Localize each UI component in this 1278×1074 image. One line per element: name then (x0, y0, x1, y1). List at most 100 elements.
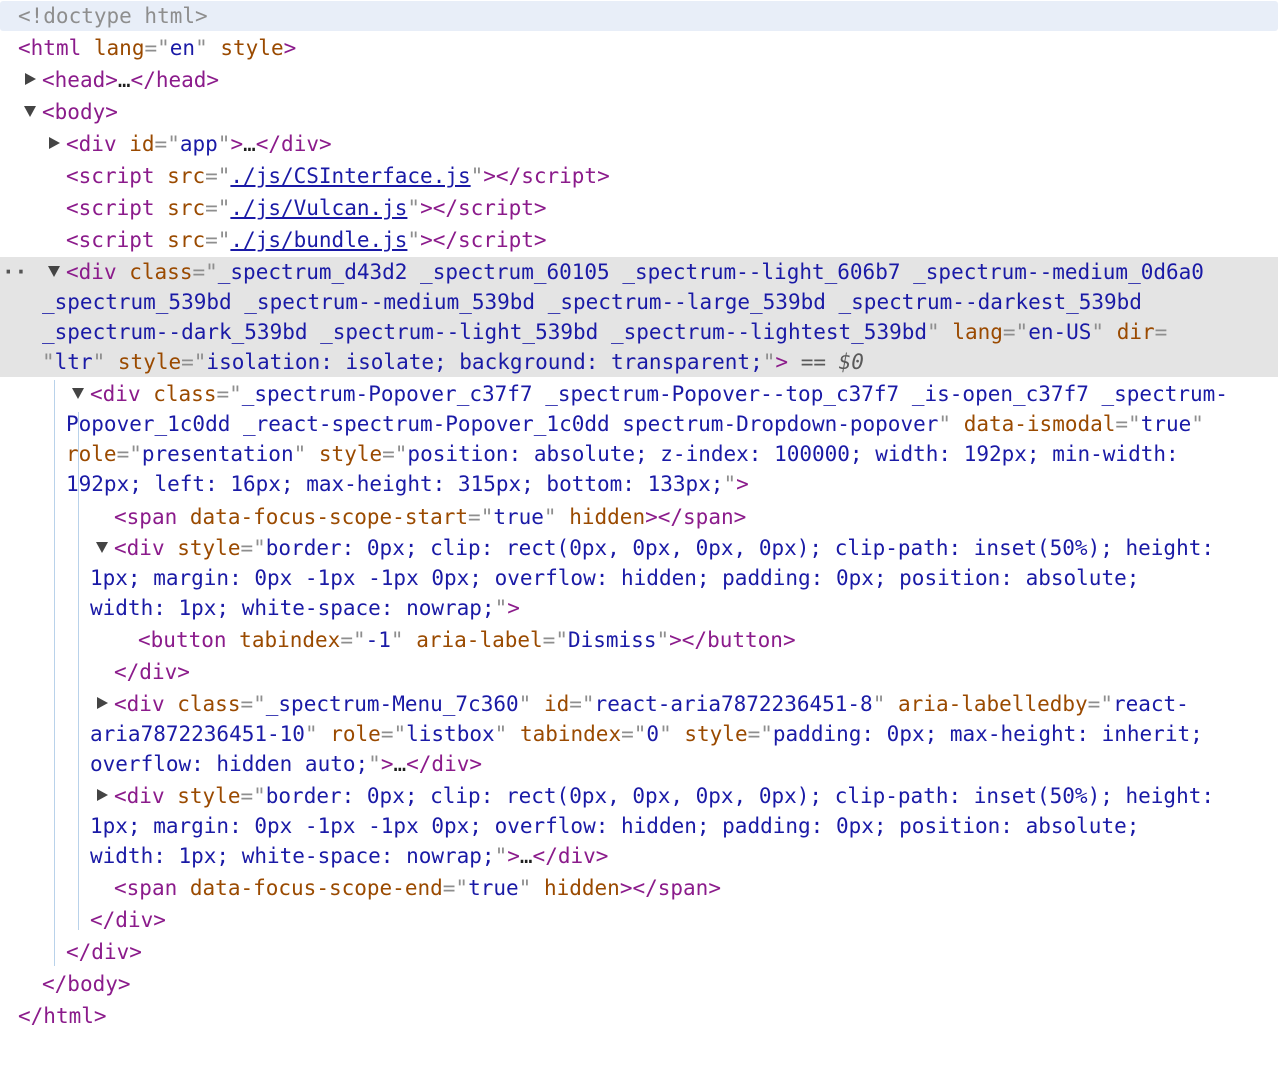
attr-value: app (179, 132, 218, 156)
expand-triangle-icon[interactable] (90, 689, 114, 719)
attr-value: Dismiss (567, 628, 657, 652)
collapse-triangle-icon[interactable] (66, 379, 90, 409)
attr-name: dir (1116, 320, 1155, 344)
ellipsis[interactable]: … (243, 132, 256, 156)
tag-name: div (91, 940, 130, 964)
collapse-triangle-icon[interactable] (42, 257, 66, 287)
attr-name: style (684, 722, 748, 746)
attr-name: role (66, 442, 117, 466)
script-src-link[interactable]: ./js/Vulcan.js (230, 196, 407, 220)
close-body-row[interactable]: </body> (0, 968, 1278, 1000)
ellipsis[interactable]: … (393, 752, 406, 776)
attr-name: hidden (569, 505, 646, 529)
attr-value: react-aria7872236451-8 (594, 692, 873, 716)
tag-name: script (458, 196, 534, 220)
script-src-link[interactable]: ./js/CSInterface.js (230, 164, 470, 188)
attr-name: src (167, 196, 206, 220)
attr-value: 1px; margin: 0px -1px -1px 0px; overflow… (90, 814, 1140, 838)
attr-name: data-focus-scope-end (189, 876, 443, 900)
attr-name: style (220, 36, 284, 60)
attr-name: style (177, 784, 241, 808)
close-tag-row[interactable]: </div> (0, 656, 1278, 688)
attr-value: _spectrum_539bd _spectrum--medium_539bd … (42, 290, 1142, 314)
attr-name: tabindex (239, 628, 341, 652)
tag-name: span (657, 876, 709, 900)
doctype-row[interactable]: <!doctype html> (0, 0, 1278, 32)
close-tag-row[interactable]: </div> (0, 936, 1278, 968)
attr-value: border: 0px; clip: rect(0px, 0px, 0px, 0… (265, 784, 1214, 808)
ellipsis[interactable]: … (118, 68, 131, 92)
tag-name: div (126, 692, 165, 716)
tag-name: button (707, 628, 783, 652)
attr-name: role (330, 722, 381, 746)
script-row[interactable]: <script src="./js/bundle.js"></script> (0, 224, 1278, 256)
hidden-div-row[interactable]: <div style="border: 0px; clip: rect(0px,… (0, 781, 1278, 871)
collapse-triangle-icon[interactable] (90, 533, 114, 563)
attr-value: 1px; margin: 0px -1px -1px 0px; overflow… (90, 566, 1140, 590)
doctype-text: <!doctype html> (18, 4, 208, 28)
tag-name: div (431, 752, 470, 776)
attr-name: src (167, 164, 206, 188)
tag-name: div (102, 382, 141, 406)
tag-name: button (150, 628, 227, 652)
attr-value: border: 0px; clip: rect(0px, 0px, 0px, 0… (265, 536, 1214, 560)
attr-value: en-US (1028, 320, 1092, 344)
focus-start-span-row[interactable]: <span data-focus-scope-start="true" hidd… (0, 501, 1278, 533)
tag-name: script (78, 228, 155, 252)
tag-name: span (683, 505, 734, 529)
tag-name: span (126, 876, 178, 900)
tag-name: html (43, 1004, 94, 1028)
tag-name: div (78, 260, 117, 284)
tag-name: script (458, 228, 534, 252)
dismiss-button-row[interactable]: <button tabindex="-1" aria-label="Dismis… (0, 624, 1278, 656)
attr-value: 192px; left: 16px; max-height: 315px; bo… (66, 472, 724, 496)
attr-value: Popover_1c0dd _react-spectrum-Popover_1c… (66, 412, 939, 436)
app-div-row[interactable]: <div id="app">…</div> (0, 128, 1278, 160)
close-tag-row[interactable]: </div> (0, 904, 1278, 936)
expand-triangle-icon[interactable] (90, 781, 114, 811)
attr-name: style (117, 350, 182, 374)
expand-triangle-icon[interactable] (18, 64, 42, 96)
spectrum-div-row[interactable]: ·· <div class="_spectrum_d43d2 _spectrum_… (0, 257, 1278, 377)
attr-name: lang (93, 36, 145, 60)
attr-name: style (318, 442, 383, 466)
attr-name: aria-label (416, 628, 543, 652)
collapse-triangle-icon[interactable] (18, 96, 42, 128)
html-open-row[interactable]: <html lang="en" style> (0, 32, 1278, 64)
attr-name: class (177, 692, 241, 716)
attr-value: true (493, 505, 544, 529)
tag-name: html (30, 36, 82, 60)
attr-value: 0 (646, 722, 660, 746)
hidden-div-row[interactable]: <div style="border: 0px; clip: rect(0px,… (0, 533, 1278, 623)
tag-name: body (54, 100, 106, 124)
script-row[interactable]: <script src="./js/Vulcan.js"></script> (0, 192, 1278, 224)
attr-name: data-ismodal (963, 412, 1116, 436)
attr-name: style (177, 536, 241, 560)
menu-div-row[interactable]: <div class="_spectrum-Menu_7c360" id="re… (0, 689, 1278, 779)
attr-name: src (167, 228, 206, 252)
attr-value: position: absolute; z-index: 100000; wid… (407, 442, 1179, 466)
row-menu-dots[interactable]: ·· (2, 257, 27, 287)
attr-value: _spectrum-Popover_c37f7 _spectrum-Popove… (241, 382, 1228, 406)
attr-value: _spectrum-Menu_7c360 (265, 692, 519, 716)
attr-value: width: 1px; white-space: nowrap; (90, 596, 495, 620)
focus-end-span-row[interactable]: <span data-focus-scope-end="true" hidden… (0, 872, 1278, 904)
popover-div-row[interactable]: <div class="_spectrum-Popover_c37f7 _spe… (0, 379, 1278, 499)
tag-name: span (126, 505, 178, 529)
script-src-link[interactable]: ./js/bundle.js (230, 228, 407, 252)
ellipsis[interactable]: … (520, 844, 533, 868)
script-row[interactable]: <script src="./js/CSInterface.js"></scri… (0, 160, 1278, 192)
attr-value: listbox (406, 722, 495, 746)
tag-name: div (281, 132, 319, 156)
attr-name: lang (952, 320, 1003, 344)
elements-tree: <!doctype html> <html lang="en" style> <… (0, 0, 1278, 1074)
attr-value: aria7872236451-10 (90, 722, 305, 746)
expand-triangle-icon[interactable] (42, 128, 66, 160)
attr-value: -1 (365, 628, 391, 652)
head-row[interactable]: <head>…</head> (0, 64, 1278, 96)
close-html-row[interactable]: </html> (0, 1000, 1278, 1032)
attr-name: class (129, 260, 193, 284)
attr-value: presentation (141, 442, 294, 466)
body-row[interactable]: <body> (0, 96, 1278, 128)
attr-value: width: 1px; white-space: nowrap; (90, 844, 495, 868)
